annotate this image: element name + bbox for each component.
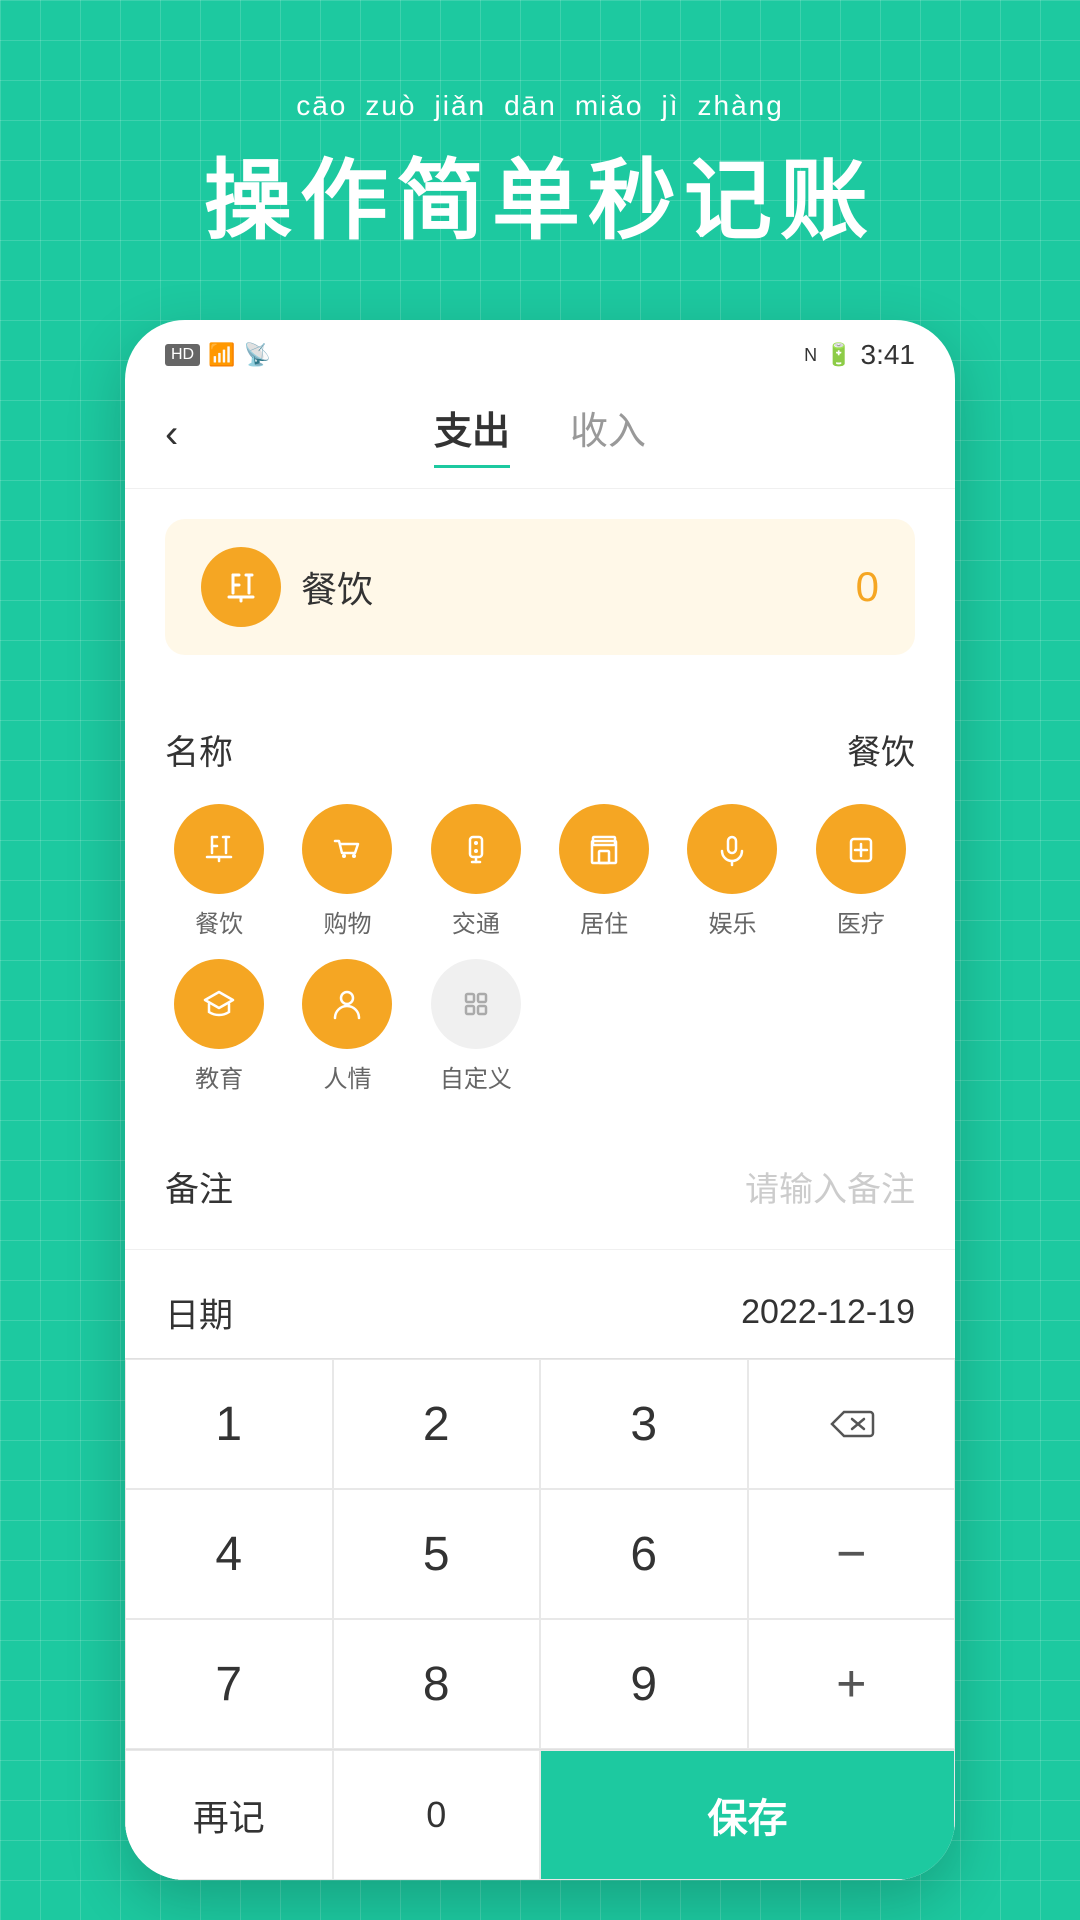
pinyin-7: zhàng — [698, 90, 784, 122]
amount-value: 0 — [856, 563, 879, 611]
key-8[interactable]: 8 — [333, 1619, 541, 1749]
housing-icon — [559, 804, 649, 894]
category-item-housing[interactable]: 居住 — [550, 804, 658, 939]
tab-income[interactable]: 收入 — [570, 400, 646, 468]
note-label: 备注 — [165, 1162, 233, 1211]
housing-label: 居住 — [580, 904, 628, 939]
dining-label: 餐饮 — [195, 904, 243, 939]
key-4[interactable]: 4 — [125, 1489, 333, 1619]
category-item-entertainment[interactable]: 娱乐 — [678, 804, 786, 939]
amount-category-name: 餐饮 — [301, 561, 836, 613]
pinyin-5: miǎo — [575, 90, 644, 122]
shopping-icon — [302, 804, 392, 894]
key-delete[interactable] — [748, 1359, 956, 1489]
category-item-custom[interactable]: 自定义 — [422, 959, 530, 1094]
amount-category-icon — [201, 547, 281, 627]
name-label: 名称 — [165, 725, 233, 774]
category-icons-grid: 餐饮 购物 — [165, 784, 915, 1114]
medical-icon — [816, 804, 906, 894]
category-item-education[interactable]: 教育 — [165, 959, 273, 1094]
nfc-icon: N — [804, 345, 817, 366]
transport-icon — [431, 804, 521, 894]
shopping-label: 购物 — [323, 904, 371, 939]
education-icon — [174, 959, 264, 1049]
date-value: 2022-12-19 — [741, 1293, 915, 1332]
app-title: 操作简单秒记账 — [0, 130, 1080, 257]
time-display: 3:41 — [861, 339, 916, 371]
category-item-social[interactable]: 人情 — [293, 959, 401, 1094]
social-label: 人情 — [323, 1059, 371, 1094]
amount-display: 餐饮 0 — [165, 519, 915, 655]
category-item-medical[interactable]: 医疗 — [807, 804, 915, 939]
key-again[interactable]: 再记 — [125, 1750, 333, 1880]
status-left: HD 📶 📡 — [165, 342, 271, 368]
top-nav: ‹ 支出 收入 — [125, 380, 955, 489]
pinyin-4: dān — [504, 90, 557, 122]
key-9[interactable]: 9 — [540, 1619, 748, 1749]
transport-label: 交通 — [452, 904, 500, 939]
hd-badge: HD — [165, 344, 200, 366]
phone-mockup: HD 📶 📡 N 🔋 3:41 ‹ 支出 收入 — [125, 320, 955, 1880]
app-header: cāo zuò jiǎn dān miǎo jì zhàng 操作简单秒记账 — [0, 0, 1080, 307]
name-value: 餐饮 — [847, 725, 915, 774]
medical-label: 医疗 — [837, 904, 885, 939]
date-label: 日期 — [165, 1288, 233, 1337]
signal-icon: 📶 — [208, 342, 235, 368]
status-bar: HD 📶 📡 N 🔋 3:41 — [125, 320, 955, 380]
pinyin-2: zuò — [365, 90, 416, 122]
save-button[interactable]: 保存 — [540, 1750, 955, 1880]
note-placeholder: 请输入备注 — [745, 1162, 915, 1211]
numpad-grid: 1 2 3 4 5 6 − 7 8 9 + — [125, 1358, 955, 1749]
category-item-dining[interactable]: 餐饮 — [165, 804, 273, 939]
bottom-row: 再记 0 保存 — [125, 1749, 955, 1880]
custom-label: 自定义 — [440, 1059, 512, 1094]
nav-tabs: 支出 收入 — [434, 400, 646, 468]
wifi-icon: 📡 — [244, 342, 271, 368]
dining-icon — [174, 804, 264, 894]
entertainment-label: 娱乐 — [708, 904, 756, 939]
battery-icon: 🔋 — [825, 342, 852, 368]
key-0[interactable]: 0 — [333, 1750, 541, 1880]
social-icon — [302, 959, 392, 1049]
entertainment-icon — [687, 804, 777, 894]
key-5[interactable]: 5 — [333, 1489, 541, 1619]
pinyin-1: cāo — [296, 90, 347, 122]
key-1[interactable]: 1 — [125, 1359, 333, 1489]
pinyin-6: jì — [662, 90, 680, 122]
key-2[interactable]: 2 — [333, 1359, 541, 1489]
tab-expense[interactable]: 支出 — [434, 400, 510, 468]
numpad: 1 2 3 4 5 6 − 7 8 9 + 再记 0 保存 — [125, 1358, 955, 1880]
key-minus[interactable]: − — [748, 1489, 956, 1619]
category-item-shopping[interactable]: 购物 — [293, 804, 401, 939]
note-row[interactable]: 备注 请输入备注 — [125, 1124, 955, 1250]
category-item-transport[interactable]: 交通 — [422, 804, 530, 939]
key-6[interactable]: 6 — [540, 1489, 748, 1619]
status-right: N 🔋 3:41 — [804, 339, 915, 371]
education-label: 教育 — [195, 1059, 243, 1094]
pinyin-3: jiǎn — [435, 90, 487, 122]
category-name-row: 名称 餐饮 — [165, 705, 915, 784]
custom-icon — [431, 959, 521, 1049]
back-button[interactable]: ‹ — [165, 412, 178, 457]
category-section: 名称 餐饮 餐饮 — [125, 685, 955, 1124]
pinyin-row: cāo zuò jiǎn dān miǎo jì zhàng — [0, 90, 1080, 122]
key-plus[interactable]: + — [748, 1619, 956, 1749]
key-7[interactable]: 7 — [125, 1619, 333, 1749]
key-3[interactable]: 3 — [540, 1359, 748, 1489]
